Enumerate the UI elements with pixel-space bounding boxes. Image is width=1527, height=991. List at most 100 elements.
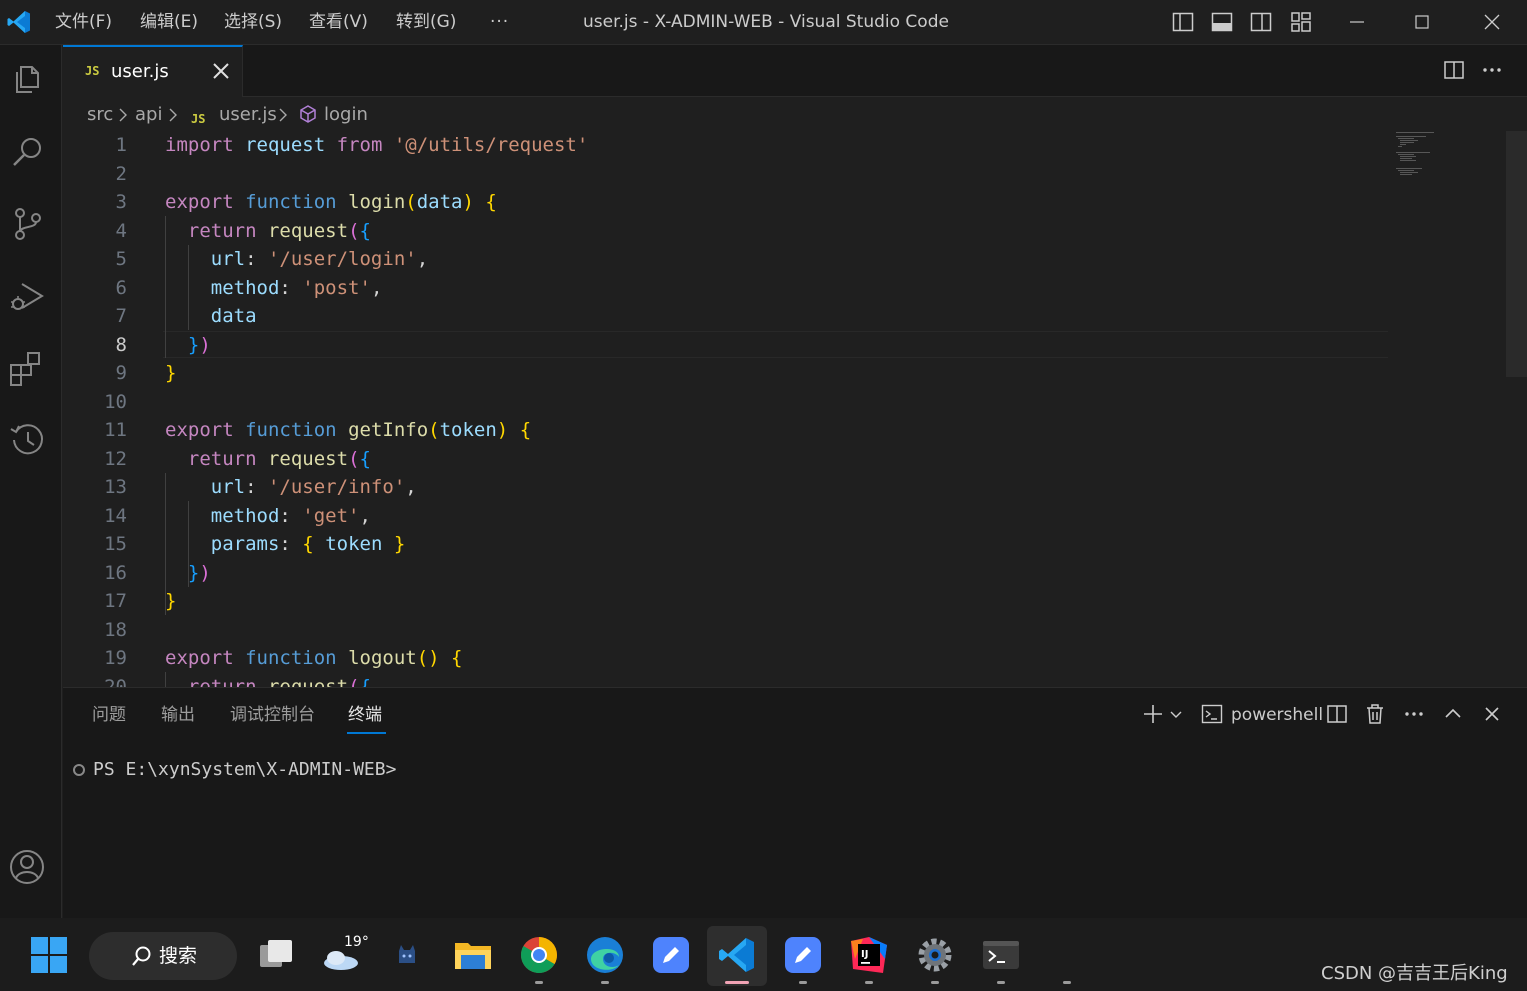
- accounts-icon[interactable]: [8, 846, 48, 886]
- close-window-icon[interactable]: [1480, 10, 1504, 34]
- code-line[interactable]: 16 }): [63, 559, 1388, 588]
- code-line[interactable]: 17}: [63, 587, 1388, 616]
- close-panel-icon[interactable]: [1480, 702, 1504, 726]
- code-token: ,: [359, 504, 371, 527]
- customize-layout-icon[interactable]: [1289, 10, 1313, 34]
- editor-scrollbar[interactable]: [1506, 131, 1527, 377]
- code-token: }: [393, 533, 406, 555]
- more-actions-icon[interactable]: [1480, 58, 1504, 82]
- feishu-docs-icon[interactable]: [783, 935, 823, 975]
- run-and-debug-icon[interactable]: [8, 276, 48, 316]
- intellij-idea-icon[interactable]: IJ: [849, 935, 889, 975]
- windows-start-icon[interactable]: [29, 935, 69, 975]
- split-editor-icon[interactable]: [1442, 58, 1466, 82]
- line-number: 19: [104, 647, 127, 669]
- code-line[interactable]: 11 export function getInfo(token) {: [63, 416, 1388, 445]
- extensions-icon[interactable]: [8, 348, 48, 388]
- code-line[interactable]: 14 method: 'get',: [63, 502, 1388, 531]
- running-indicator: [931, 981, 939, 984]
- chevron-down-icon[interactable]: [1168, 702, 1184, 726]
- search-icon[interactable]: [8, 132, 48, 172]
- menu-go[interactable]: 转到(G): [396, 10, 456, 34]
- code-line[interactable]: 13 url: '/user/info',: [63, 473, 1388, 502]
- chrome-icon[interactable]: [519, 935, 559, 975]
- breadcrumb-api[interactable]: api: [135, 103, 162, 127]
- code-line[interactable]: 19 export function logout() {: [63, 644, 1388, 673]
- tab-terminal[interactable]: 终端: [348, 704, 382, 726]
- search-label: 搜索: [159, 945, 198, 967]
- breadcrumb-symbol[interactable]: login: [324, 103, 368, 127]
- minimize-icon[interactable]: [1345, 10, 1369, 34]
- feishu-docs-icon[interactable]: [651, 935, 691, 975]
- close-tab-icon[interactable]: [210, 60, 232, 82]
- task-view-icon[interactable]: [256, 935, 296, 975]
- code-line[interactable]: 7 data: [63, 302, 1388, 331]
- breadcrumb-src[interactable]: src: [87, 103, 113, 127]
- code-line[interactable]: 1 import request from '@/utils/request': [63, 131, 1388, 160]
- trash-icon[interactable]: [1363, 702, 1387, 726]
- file-explorer-icon[interactable]: [453, 935, 493, 975]
- menu-more[interactable]: ···: [490, 10, 509, 34]
- title-bar: 文件(F) 编辑(E) 选择(S) 查看(V) 转到(G) ··· user.j…: [0, 0, 1527, 45]
- terminal-prompt[interactable]: PS E:\xynSystem\X-ADMIN-WEB>: [93, 758, 396, 782]
- code-line[interactable]: 5 url: '/user/login',: [63, 245, 1388, 274]
- code-line[interactable]: 2: [63, 160, 1388, 189]
- tab-output[interactable]: 输出: [161, 704, 195, 726]
- tab-debug-console[interactable]: 调试控制台: [230, 704, 315, 726]
- code-token: request: [267, 675, 349, 688]
- split-terminal-icon[interactable]: [1325, 702, 1349, 726]
- code-line[interactable]: 4 return request({: [63, 217, 1388, 246]
- tab-problems[interactable]: 问题: [92, 704, 126, 726]
- minimap[interactable]: [1394, 131, 1474, 191]
- terminal-app-icon[interactable]: [981, 935, 1021, 975]
- code-line[interactable]: 20 return request({: [63, 673, 1388, 688]
- toggle-primary-sidebar-icon[interactable]: [1171, 10, 1195, 34]
- maximize-panel-icon[interactable]: [1441, 702, 1465, 726]
- code-line[interactable]: 9}: [63, 359, 1388, 388]
- more-actions-icon[interactable]: [1402, 702, 1426, 726]
- active-indicator: [725, 981, 749, 984]
- terminal-shell-label[interactable]: powershell: [1231, 703, 1323, 727]
- weather-temperature: 19°: [344, 934, 369, 950]
- new-terminal-icon[interactable]: [1141, 702, 1165, 726]
- code-token: (: [348, 675, 360, 688]
- breadcrumb-file[interactable]: user.js: [219, 103, 277, 127]
- active-tab-indicator: [347, 732, 386, 734]
- code-token: export: [165, 419, 234, 441]
- cat-app-icon[interactable]: [387, 935, 427, 975]
- vscode-taskbar-icon[interactable]: [717, 935, 757, 975]
- code-token: return: [187, 219, 257, 242]
- code-line[interactable]: 8 }): [63, 331, 1388, 360]
- menu-selection[interactable]: 选择(S): [224, 10, 282, 34]
- timeline-history-icon[interactable]: [8, 420, 48, 460]
- code-line[interactable]: 15 params: { token }: [63, 530, 1388, 559]
- code-line[interactable]: 18: [63, 616, 1388, 645]
- taskbar-search[interactable]: 搜索: [89, 932, 237, 980]
- code-editor[interactable]: 1 import request from '@/utils/request' 2 3…: [63, 131, 1527, 687]
- running-indicator: [997, 981, 1005, 984]
- maximize-icon[interactable]: [1410, 10, 1434, 34]
- code-token: ): [496, 419, 509, 441]
- edge-icon[interactable]: [585, 935, 625, 975]
- windows-taskbar: 搜索 19° IJ CSDN @吉吉王后King: [0, 918, 1527, 991]
- code-line[interactable]: 12 return request({: [63, 445, 1388, 474]
- code-line[interactable]: 10: [63, 388, 1388, 417]
- explorer-icon[interactable]: [8, 59, 48, 99]
- menu-edit[interactable]: 编辑(E): [140, 10, 198, 34]
- source-control-icon[interactable]: [8, 204, 48, 244]
- toggle-secondary-sidebar-icon[interactable]: [1249, 10, 1273, 34]
- js-file-icon: JS: [191, 112, 206, 126]
- code-line[interactable]: 3 export function login(data) {: [63, 188, 1388, 217]
- code-line[interactable]: 6 method: 'post',: [63, 274, 1388, 303]
- toggle-panel-icon[interactable]: [1210, 10, 1234, 34]
- menu-file[interactable]: 文件(F): [55, 10, 112, 34]
- settings-gear-icon[interactable]: [915, 935, 955, 975]
- tab-user-js[interactable]: JS user.js: [63, 45, 243, 97]
- menu-view[interactable]: 查看(V): [309, 10, 368, 34]
